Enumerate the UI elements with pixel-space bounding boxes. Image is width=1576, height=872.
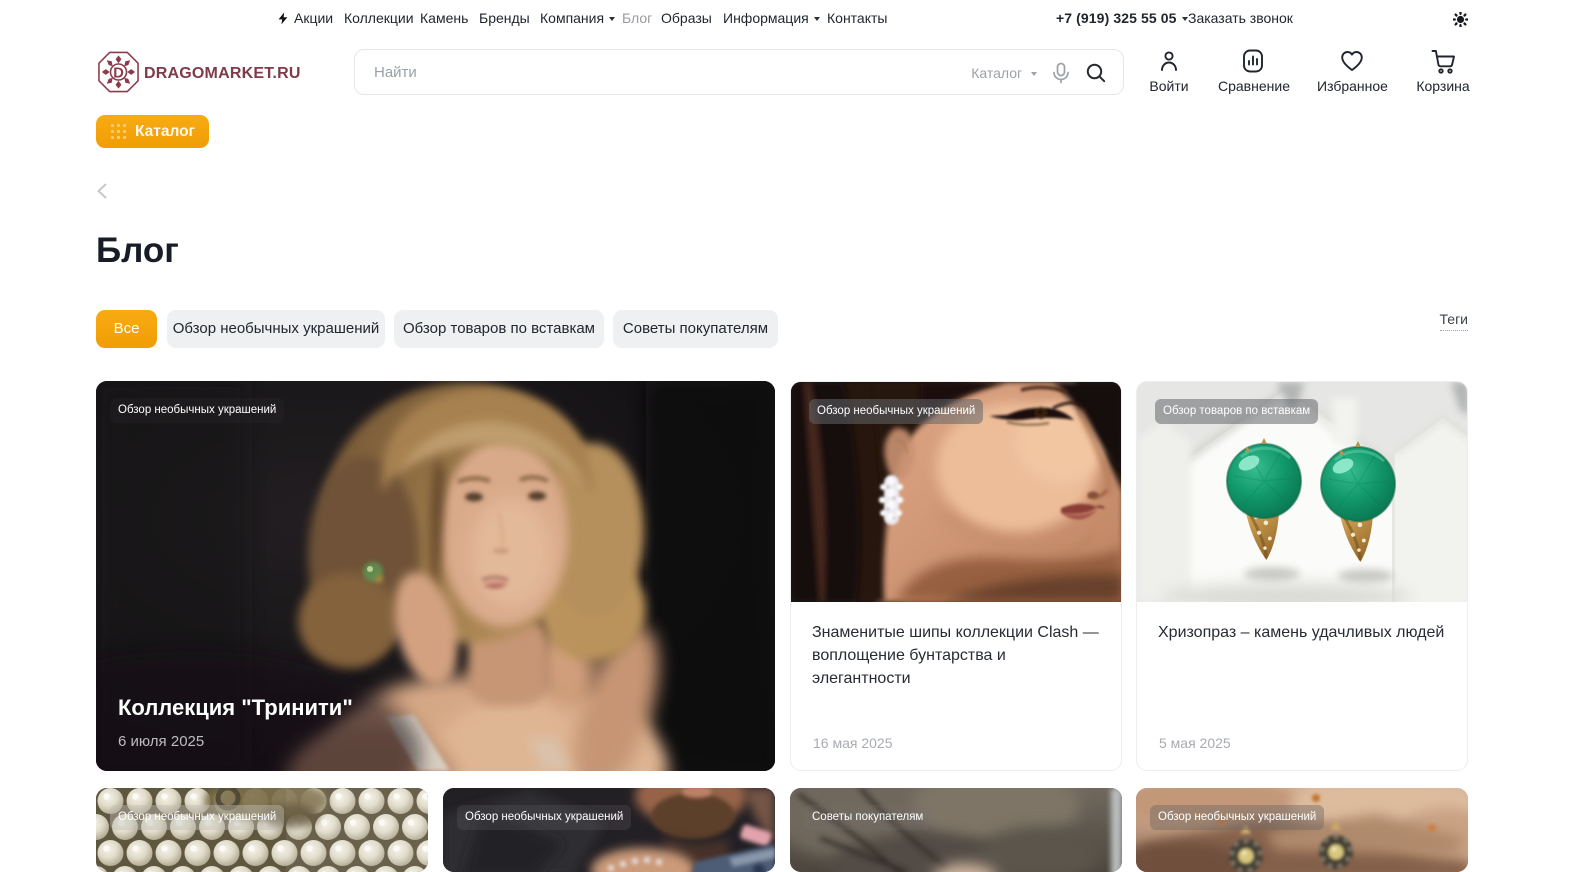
svg-text:D: D: [113, 65, 124, 81]
